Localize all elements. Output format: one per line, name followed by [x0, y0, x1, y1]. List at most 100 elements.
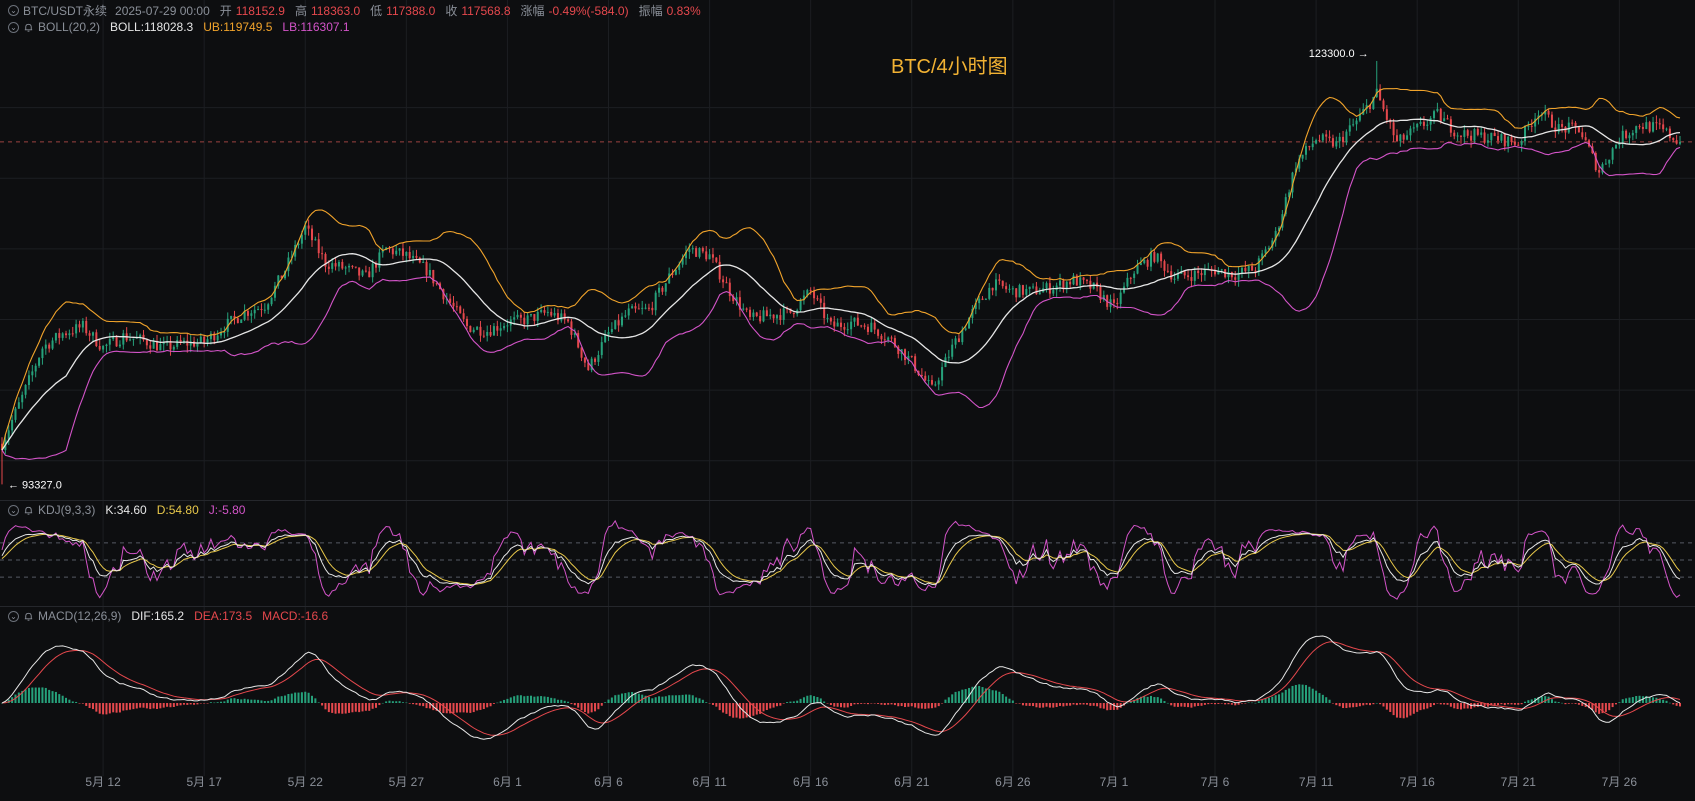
macd-histogram-bar: [934, 703, 937, 708]
candle-body: [1652, 122, 1655, 132]
bell-icon[interactable]: [23, 505, 34, 516]
macd-histogram-bar: [95, 703, 98, 712]
macd-histogram-bar: [1429, 703, 1432, 708]
macd-histogram-bar: [1416, 703, 1419, 712]
macd-histogram-bar: [496, 702, 499, 704]
candle-body: [1069, 281, 1072, 285]
macd-histogram-bar: [401, 702, 404, 703]
macd-histogram-bar: [479, 703, 482, 710]
candle-body: [354, 266, 357, 268]
bell-icon[interactable]: [23, 611, 34, 622]
datetime-label: 2025-07-29 00:00: [115, 3, 210, 18]
macd-histogram-bar: [1459, 703, 1462, 710]
macd-histogram-bar: [1614, 703, 1617, 705]
macd-histogram-bar: [1419, 703, 1422, 711]
candle-body: [1052, 290, 1055, 294]
candle-body: [425, 261, 428, 276]
candle-body: [1517, 144, 1520, 146]
macd-histogram-bar: [290, 693, 293, 703]
candle-body: [129, 339, 132, 341]
collapse-toggle-icon[interactable]: ⌄: [8, 504, 19, 516]
macd-histogram-bar: [1352, 703, 1355, 708]
candle-body: [108, 339, 111, 345]
macd-histogram-bar: [233, 698, 236, 703]
candle-body: [1018, 285, 1021, 298]
candle-body: [115, 336, 118, 347]
macd-histogram-bar: [371, 703, 374, 709]
ohlc-legend: ⌄ BTC/USDT永续 2025-07-29 00:00 开 118152.9…: [8, 2, 701, 19]
candle-body: [102, 346, 105, 350]
macd-histogram-bar: [951, 694, 954, 703]
candle-body: [866, 326, 869, 332]
macd-histogram-bar: [897, 703, 900, 707]
candle-body: [1510, 136, 1513, 142]
candle-body: [71, 333, 74, 335]
macd-histogram-bar: [1500, 703, 1503, 705]
collapse-toggle-icon[interactable]: ⌄: [8, 5, 19, 16]
candle-body: [1163, 261, 1166, 271]
collapse-toggle-icon[interactable]: ⌄: [8, 610, 19, 622]
candle-body: [1675, 140, 1678, 144]
price-chart-canvas[interactable]: 123300.0 → ← 93327.0 5月 12 5月 17 5月 22 5月 27 6…: [0, 0, 1695, 801]
pane-separator[interactable]: [0, 606, 1695, 607]
collapse-toggle-icon[interactable]: ⌄: [8, 21, 19, 33]
open-value: 118152.9: [235, 3, 285, 18]
macd-histogram-bar: [489, 703, 492, 707]
macd-histogram-bar: [65, 697, 68, 703]
macd-histogram-bar: [674, 695, 677, 703]
macd-histogram-bar: [1008, 698, 1011, 703]
candle-body: [978, 298, 981, 304]
candle-body: [742, 308, 745, 310]
macd-histogram-bar: [1426, 703, 1429, 709]
macd-histogram-bar: [125, 703, 128, 711]
candle-body: [1176, 273, 1179, 279]
macd-histogram-bar: [1321, 694, 1324, 703]
macd-histogram-bar: [1062, 703, 1065, 707]
candle-body: [489, 331, 492, 336]
macd-histogram-bar: [974, 686, 977, 703]
macd-histogram-bar: [870, 703, 873, 704]
candle-body: [1527, 125, 1530, 127]
macd-histogram-bar: [206, 703, 209, 704]
candle-body: [75, 324, 78, 334]
candle-body: [1486, 140, 1489, 143]
macd-histogram-bar: [1544, 696, 1547, 703]
candle-body: [341, 261, 344, 269]
candle-body: [1382, 100, 1385, 110]
macd-histogram-bar: [597, 703, 600, 710]
bell-icon[interactable]: [23, 22, 34, 33]
macd-histogram-bar: [216, 702, 219, 703]
candle-body: [1641, 127, 1644, 129]
macd-histogram-bar: [1042, 703, 1045, 708]
macd-histogram-bar: [1183, 703, 1186, 707]
candle-body: [1635, 126, 1638, 133]
pane-separator[interactable]: [0, 500, 1695, 501]
x-axis-tick-label: 6月 1: [493, 775, 522, 789]
macd-histogram-bar: [1193, 703, 1196, 707]
macd-histogram-bar: [199, 703, 202, 704]
macd-histogram-bar: [1234, 703, 1237, 706]
candle-body: [499, 328, 502, 331]
macd-histogram-bar: [523, 696, 526, 703]
candle-body: [1463, 130, 1466, 137]
macd-histogram-bar: [1018, 703, 1021, 704]
macd-histogram-bar: [863, 703, 866, 704]
macd-histogram-bar: [337, 703, 340, 714]
macd-histogram-bar: [590, 703, 593, 713]
macd-histogram-bar: [765, 703, 768, 710]
candle-body: [91, 332, 94, 336]
candle-body: [250, 313, 253, 316]
candle-body: [1335, 141, 1338, 147]
candle-body: [883, 339, 886, 341]
macd-histogram-bar: [1032, 703, 1035, 707]
macd-histogram-bar: [425, 703, 428, 709]
macd-histogram-bar: [1311, 688, 1314, 703]
x-axis-tick-label: 7月 16: [1400, 775, 1436, 789]
macd-histogram-bar: [651, 698, 654, 703]
candle-body: [1503, 134, 1506, 147]
candle-body: [1304, 146, 1307, 155]
kdj-legend: ⌄ KDJ(9,3,3) K:34.60 D:54.80 J:-5.80: [8, 503, 245, 517]
candle-body: [236, 318, 239, 323]
candle-body: [718, 261, 721, 280]
chart-title: BTC/4小时图: [891, 56, 1008, 78]
